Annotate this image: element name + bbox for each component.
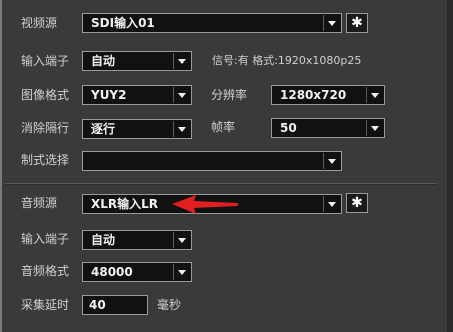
- red-arrow-annotation: [172, 195, 238, 214]
- capture-settings-panel: 视频源 SDI输入01 ✱ 输入端子 自动 信号:有 格式:1920x1080p…: [0, 0, 453, 332]
